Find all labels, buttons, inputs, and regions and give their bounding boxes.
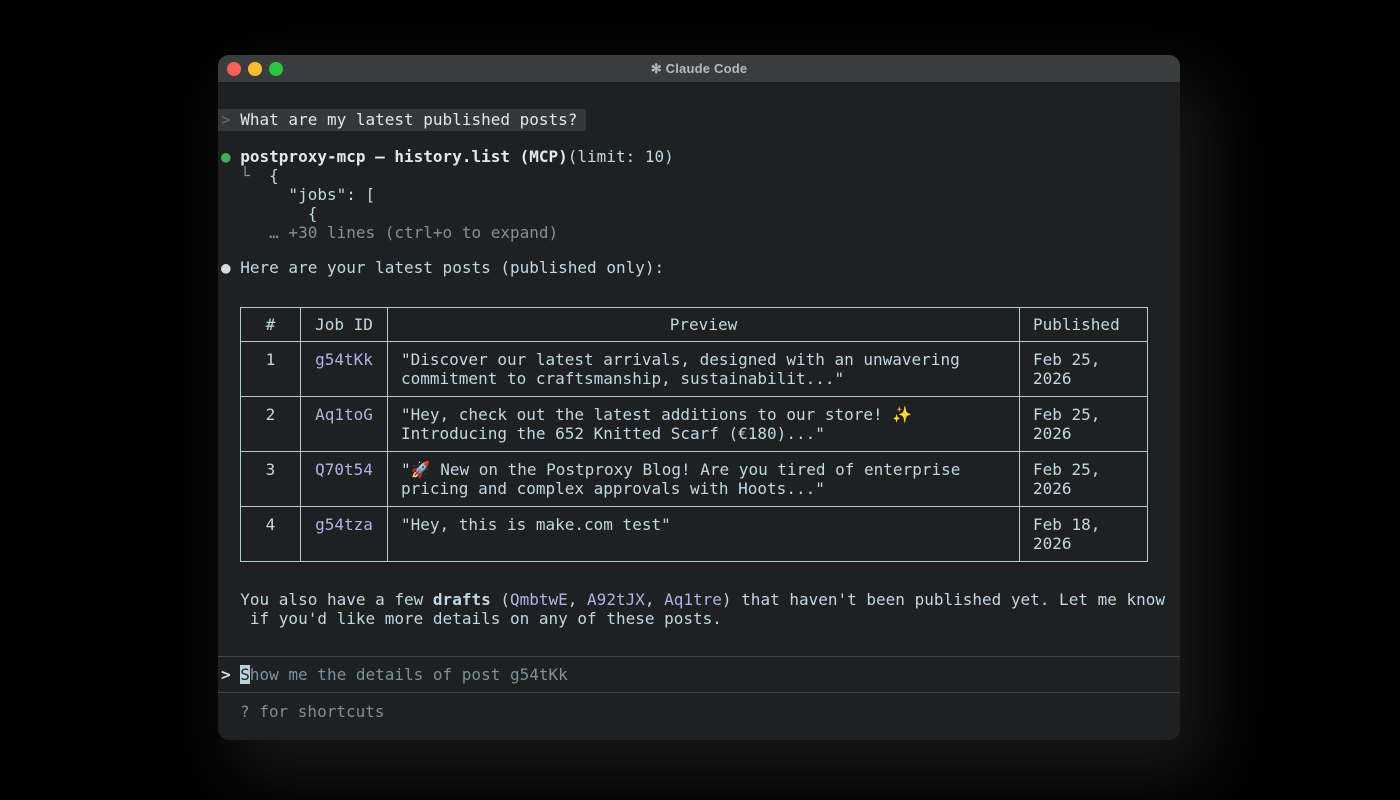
table-row: 1g54tKk"Discover our latest arrivals, de… (241, 342, 1148, 397)
column-header: # (241, 308, 301, 342)
posts-table-wrap: #Job IDPreviewPublished 1g54tKk"Discover… (240, 307, 1180, 562)
table-cell: Q70t54 (301, 452, 388, 507)
shortcuts-hint: ? for shortcuts (218, 693, 1180, 721)
posts-table: #Job IDPreviewPublished 1g54tKk"Discover… (240, 307, 1148, 562)
table-cell: "Hey, check out the latest additions to … (388, 397, 1020, 452)
column-header: Preview (388, 308, 1020, 342)
column-header: Published (1020, 308, 1148, 342)
terminal-window: ✻ Claude Code > What are my latest publi… (218, 55, 1180, 740)
tool-result-line: { (218, 204, 1180, 223)
input-area: > Show me the details of post g54tKk ? fo… (218, 656, 1180, 721)
table-cell: 2 (241, 397, 301, 452)
traffic-lights (227, 55, 283, 83)
table-cell: Aq1toG (301, 397, 388, 452)
table-cell: 1 (241, 342, 301, 397)
tool-result-expand-hint: … +30 lines (ctrl+o to expand) (218, 223, 1180, 242)
window-title: ✻ Claude Code (651, 61, 748, 77)
table-cell: Feb 18, 2026 (1020, 507, 1148, 562)
window-titlebar[interactable]: ✻ Claude Code (218, 55, 1180, 83)
zoom-button[interactable] (269, 62, 283, 76)
assistant-response-intro: ● Here are your latest posts (published … (218, 258, 1180, 277)
tool-result-line: └ { (218, 166, 1180, 185)
table-header-row: #Job IDPreviewPublished (241, 308, 1148, 342)
tool-call-title: ● postproxy-mcp – history.list (MCP)(lim… (218, 147, 1180, 166)
table-cell: Feb 25, 2026 (1020, 342, 1148, 397)
table-row: 2Aq1toG"Hey, check out the latest additi… (241, 397, 1148, 452)
table-body: 1g54tKk"Discover our latest arrivals, de… (241, 342, 1148, 562)
user-message-text: > What are my latest published posts? (218, 109, 586, 131)
text-cursor: S (240, 665, 250, 684)
table-cell: "Hey, this is make.com test" (388, 507, 1020, 562)
drafts-note-line: if you'd like more details on any of the… (218, 609, 1180, 628)
column-header: Job ID (301, 308, 388, 342)
minimize-button[interactable] (248, 62, 262, 76)
tool-call-block: ● postproxy-mcp – history.list (MCP)(lim… (218, 147, 1180, 242)
table-cell: 3 (241, 452, 301, 507)
table-row: 3Q70t54"🚀 New on the Postproxy Blog! Are… (241, 452, 1148, 507)
table-cell: "🚀 New on the Postproxy Blog! Are you ti… (388, 452, 1020, 507)
terminal-input[interactable]: > Show me the details of post g54tKk (218, 657, 1180, 692)
drafts-note-line: You also have a few drafts (QmbtwE, A92t… (218, 590, 1180, 609)
tool-result-line: "jobs": [ (218, 185, 1180, 204)
table-cell: 4 (241, 507, 301, 562)
drafts-note: You also have a few drafts (QmbtwE, A92t… (218, 590, 1180, 628)
table-cell: g54tza (301, 507, 388, 562)
table-cell: Feb 25, 2026 (1020, 397, 1148, 452)
table-cell: "Discover our latest arrivals, designed … (388, 342, 1020, 397)
terminal-content: > What are my latest published posts? ● … (218, 84, 1180, 740)
input-text: how me the details of post g54tKk (250, 665, 568, 684)
table-cell: g54tKk (301, 342, 388, 397)
close-button[interactable] (227, 62, 241, 76)
prompt-chevron-icon: > (221, 665, 231, 684)
table-row: 4g54tza"Hey, this is make.com test"Feb 1… (241, 507, 1148, 562)
screen: ✻ Claude Code > What are my latest publi… (0, 0, 1400, 800)
table-cell: Feb 25, 2026 (1020, 452, 1148, 507)
user-message: > What are my latest published posts? (218, 109, 1180, 131)
